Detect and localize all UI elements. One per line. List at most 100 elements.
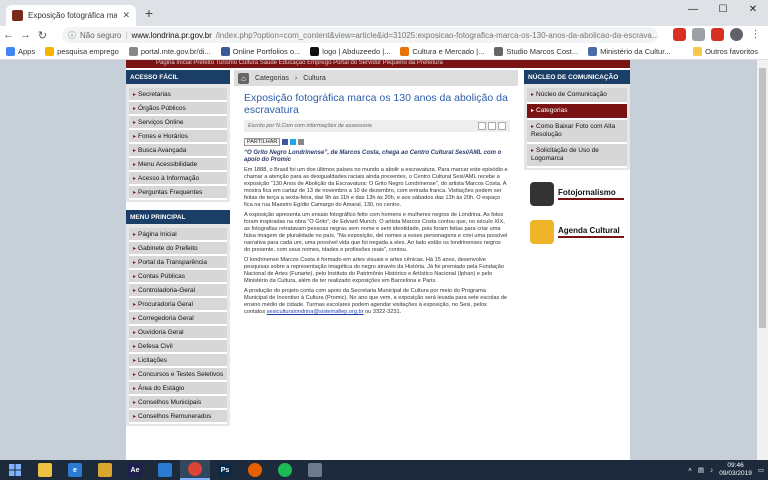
menu-item[interactable]: Conselhos Remunerados xyxy=(129,410,227,424)
menu-item[interactable]: Controladoria-Geral xyxy=(129,284,227,298)
home-icon[interactable]: ⌂ xyxy=(238,72,249,84)
clock[interactable]: 09:46 09/03/2019 xyxy=(719,462,752,478)
taskbar-app-active[interactable] xyxy=(180,460,210,480)
menu-item[interactable]: Menu Acessibilidade xyxy=(129,158,227,172)
menu-item[interactable]: Conselhos Municipais xyxy=(129,396,227,410)
extensions-area: ⋮ xyxy=(673,28,762,41)
menu-kebab-icon[interactable]: ⋮ xyxy=(749,28,762,41)
url-separator: | xyxy=(125,30,128,40)
main-menu: Página Inicial Gabinete do Prefeito Port… xyxy=(126,224,230,426)
close-tab-icon[interactable]: ✕ xyxy=(122,10,130,21)
facebook-icon[interactable] xyxy=(282,139,289,145)
other-bookmarks[interactable]: Outros favoritos xyxy=(693,47,758,56)
top-navigation[interactable]: Página Inicial Prefeito Turismo Cultura … xyxy=(126,60,630,68)
menu-item[interactable]: Busca Avançada xyxy=(129,144,227,158)
info-icon[interactable]: ⓘ xyxy=(68,30,76,41)
left-sidebar: ACESSO FÁCIL Secretarias Órgãos Públicos… xyxy=(126,70,230,426)
extension-icon[interactable] xyxy=(692,28,705,41)
windows-logo-icon xyxy=(9,464,21,476)
menu-item[interactable]: Defesa Civil xyxy=(129,340,227,354)
photojournalism-banner[interactable]: Fotojornalismo xyxy=(530,180,624,208)
extension-icon[interactable] xyxy=(673,28,686,41)
menu-item[interactable]: Núcleo de Comunicação xyxy=(527,88,627,104)
bookmark-item[interactable]: Studio Marcos Cost... xyxy=(494,47,578,56)
bookmark-item[interactable]: Ministério da Cultur... xyxy=(588,47,671,56)
menu-item[interactable]: Acesso à Informação xyxy=(129,172,227,186)
breadcrumb-item[interactable]: Cultura xyxy=(303,75,326,82)
bookmark-item[interactable]: Apps xyxy=(6,47,35,56)
twitter-icon[interactable] xyxy=(290,139,297,145)
menu-item[interactable]: Solicitação de Uso de Logomarca xyxy=(527,144,627,168)
menu-item[interactable]: Gabinete do Prefeito xyxy=(129,242,227,256)
new-tab-button[interactable]: + xyxy=(141,6,157,22)
print-icon[interactable] xyxy=(488,122,496,130)
taskbar-app[interactable] xyxy=(300,460,330,480)
bookmark-favicon-icon xyxy=(128,47,138,56)
menu-item[interactable]: Perguntas Frequentes xyxy=(129,186,227,200)
menu-item[interactable]: Licitações xyxy=(129,354,227,368)
tray-chevron-icon[interactable]: ˄ xyxy=(688,467,692,474)
menu-item[interactable]: Secretarias xyxy=(129,88,227,102)
minimize-icon[interactable]: — xyxy=(678,0,708,20)
email-icon[interactable] xyxy=(498,122,506,130)
menu-item[interactable]: Serviços Online xyxy=(129,116,227,130)
taskbar-app[interactable] xyxy=(150,460,180,480)
cultural-agenda-banner[interactable]: Agenda Cultural xyxy=(530,218,624,246)
taskbar-app[interactable]: Ps xyxy=(210,460,240,480)
bookmark-favicon-icon xyxy=(45,47,55,56)
scrollbar-thumb[interactable] xyxy=(759,68,766,328)
taskbar-app[interactable]: Ae xyxy=(120,460,150,480)
taskbar-app[interactable] xyxy=(90,460,120,480)
bookmark-favicon-icon xyxy=(588,47,598,56)
menu-item[interactable]: Corregedoria Geral xyxy=(129,312,227,326)
browser-tab[interactable]: Exposição fotográfica marca os 13 ✕ xyxy=(6,5,136,26)
breadcrumb-item[interactable]: Categorias xyxy=(255,75,289,82)
menu-item[interactable]: Ouvidoria Geral xyxy=(129,326,227,340)
article-lead: “O Grito Negro Londrinense”, de Marcos C… xyxy=(244,150,502,163)
extension-icon[interactable] xyxy=(711,28,724,41)
network-icon[interactable]: ▤ xyxy=(698,466,704,474)
bookmark-item[interactable]: Cultura e Mercado |... xyxy=(400,47,484,56)
taskbar-app[interactable] xyxy=(270,460,300,480)
menu-item[interactable]: Como Baixar Foto com Alta Resolução xyxy=(527,120,627,144)
start-button[interactable] xyxy=(0,460,30,480)
bookmark-item[interactable]: Online Portfolios o... xyxy=(220,47,300,56)
volume-icon[interactable]: ♪ xyxy=(710,467,713,474)
taskbar-app[interactable] xyxy=(30,460,60,480)
menu-item[interactable]: Fones e Horários xyxy=(129,130,227,144)
menu-item[interactable]: Procuradoria Geral xyxy=(129,298,227,312)
paragraph-text: ou 3322-3231. xyxy=(365,309,402,315)
menu-item[interactable]: Portal da Transparência xyxy=(129,256,227,270)
back-icon[interactable]: ← xyxy=(0,29,17,41)
email-share-icon[interactable] xyxy=(298,139,305,145)
menu-item[interactable]: Área do Estágio xyxy=(129,382,227,396)
taskbar-app[interactable] xyxy=(240,460,270,480)
bookmark-item[interactable]: portal.mte.gov.br/di... xyxy=(128,47,211,56)
menu-item-active[interactable]: Categorias xyxy=(527,104,627,120)
byline-text: Escrito por N.Com com informações de ass… xyxy=(248,123,372,129)
address-bar[interactable]: ⓘ Não seguro | www.londrina.pr.gov.br/in… xyxy=(62,27,658,43)
profile-avatar[interactable] xyxy=(730,28,743,41)
pdf-icon[interactable] xyxy=(478,122,486,130)
forward-icon[interactable]: → xyxy=(17,29,34,41)
menu-item[interactable]: Órgãos Públicos xyxy=(129,102,227,116)
reload-icon[interactable]: ↻ xyxy=(34,29,51,42)
bookmark-item[interactable]: pesquisa emprego xyxy=(45,47,119,56)
url-host: www.londrina.pr.gov.br xyxy=(131,30,212,40)
menu-item[interactable]: Página Inicial xyxy=(129,228,227,242)
contact-email-link[interactable]: sesiculturalondrina@sistemafiep.org.br xyxy=(267,309,364,315)
article-body: “O Grito Negro Londrinense”, de Marcos C… xyxy=(244,150,508,316)
menu-item[interactable]: Contas Públicas xyxy=(129,270,227,284)
bookmark-favicon-icon xyxy=(220,47,230,56)
menu-item[interactable]: Concursos e Testes Seletivos xyxy=(129,368,227,382)
page-scrollbar[interactable] xyxy=(757,60,768,460)
close-window-icon[interactable]: ✕ xyxy=(738,0,768,20)
taskbar-app[interactable]: e xyxy=(60,460,90,480)
theater-masks-icon xyxy=(530,220,554,244)
share-button[interactable]: PARTILHAR xyxy=(244,138,281,146)
bookmark-item[interactable]: logo | Abduzeedo |... xyxy=(310,47,390,56)
file-explorer-icon xyxy=(38,463,52,477)
system-tray: ˄ ▤ ♪ 09:46 09/03/2019 ▭ xyxy=(688,460,764,480)
notifications-icon[interactable]: ▭ xyxy=(758,466,764,474)
maximize-icon[interactable]: ☐ xyxy=(708,0,738,20)
